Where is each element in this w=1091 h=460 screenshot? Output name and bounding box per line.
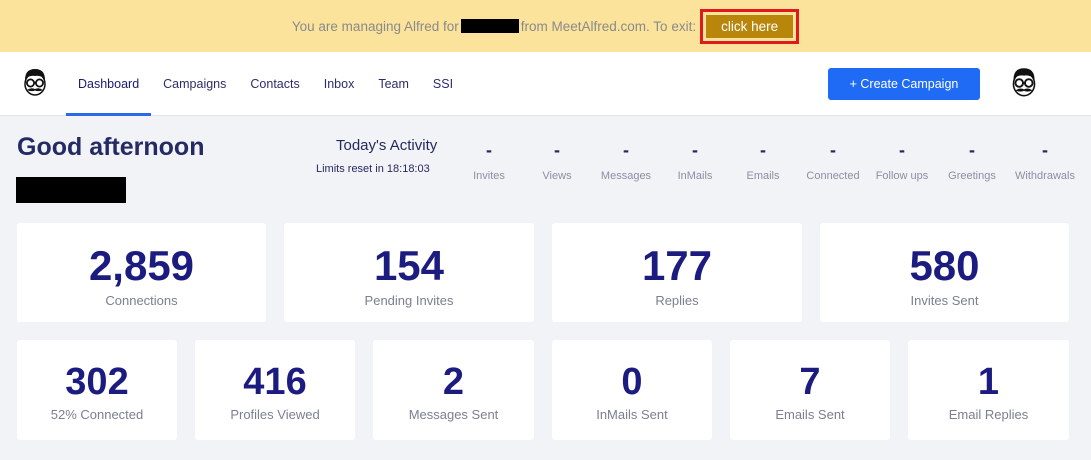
redacted-account-name bbox=[460, 19, 519, 33]
metric-value: 2 bbox=[442, 361, 465, 403]
metric-value: 154 bbox=[373, 242, 445, 289]
metric-value: 2,859 bbox=[88, 242, 195, 289]
activity-stat-value: - bbox=[623, 140, 629, 160]
activity-stat-value: - bbox=[554, 140, 560, 160]
activity-stat-value: - bbox=[760, 140, 766, 160]
activity-stat-messages: - Messages bbox=[594, 140, 658, 182]
activity-stat-invites: - Invites bbox=[466, 140, 512, 182]
nav-team[interactable]: Team bbox=[366, 52, 421, 116]
todays-activity-title: Today's Activity bbox=[336, 137, 438, 154]
activity-stat-label: Follow ups bbox=[875, 170, 929, 182]
metric-value: 1 bbox=[977, 361, 1000, 403]
activity-stat-value: - bbox=[692, 140, 698, 160]
metric-label: Email Replies bbox=[948, 407, 1029, 422]
metric-value: 177 bbox=[641, 242, 713, 289]
activity-stat-label: InMails bbox=[677, 170, 713, 182]
metric-label: Emails Sent bbox=[775, 407, 845, 422]
metric-card-connections[interactable]: 2,859 Connections bbox=[17, 223, 266, 322]
activity-stat-withdrawals: - Withdrawals bbox=[1007, 140, 1083, 182]
nav-dashboard[interactable]: Dashboard bbox=[66, 52, 152, 116]
metric-card-profiles-viewed[interactable]: 416 Profiles Viewed bbox=[195, 340, 355, 440]
metric-card-connected[interactable]: 302 52% Connected bbox=[17, 340, 177, 440]
metric-label: Profiles Viewed bbox=[230, 407, 320, 422]
metric-label: InMails Sent bbox=[596, 407, 668, 422]
activity-stat-value: - bbox=[830, 140, 836, 160]
nav-inbox[interactable]: Inbox bbox=[312, 52, 367, 116]
activity-stat-label: Connected bbox=[806, 170, 860, 182]
limits-reset-text: Limits reset in 18:18:03 bbox=[316, 163, 430, 175]
metric-label: Messages Sent bbox=[408, 407, 499, 422]
metric-value: 0 bbox=[621, 361, 643, 403]
impersonation-banner: You are managing Alfred for from MeetAlf… bbox=[0, 0, 1091, 52]
metric-value: 302 bbox=[65, 361, 129, 403]
activity-stat-views: - Views bbox=[536, 140, 578, 182]
metric-label: 52% Connected bbox=[50, 407, 144, 422]
activity-stat-value: - bbox=[1042, 140, 1048, 160]
metric-card-messages-sent[interactable]: 2 Messages Sent bbox=[373, 340, 534, 440]
activity-stat-greetings: - Greetings bbox=[940, 140, 1004, 182]
activity-stat-value: - bbox=[969, 140, 975, 160]
activity-stat-label: Views bbox=[542, 170, 572, 182]
greeting-heading: Good afternoon bbox=[17, 133, 205, 161]
metric-card-invites-sent[interactable]: 580 Invites Sent bbox=[820, 223, 1069, 322]
activity-stat-label: Emails bbox=[746, 170, 780, 182]
logo-avatar-icon[interactable] bbox=[17, 65, 53, 101]
metric-card-replies[interactable]: 177 Replies bbox=[552, 223, 802, 322]
nav-campaigns[interactable]: Campaigns bbox=[151, 52, 238, 116]
metric-card-pending-invites[interactable]: 154 Pending Invites bbox=[284, 223, 534, 322]
metric-value: 580 bbox=[909, 242, 980, 289]
profile-avatar-icon[interactable] bbox=[1005, 64, 1043, 102]
exit-button-highlight: click here bbox=[700, 8, 800, 44]
top-navigation: Dashboard Campaigns Contacts Inbox Team … bbox=[0, 52, 1091, 116]
activity-stat-label: Greetings bbox=[948, 170, 996, 182]
metric-label: Replies bbox=[655, 293, 699, 308]
redacted-user-name bbox=[16, 177, 126, 203]
activity-stat-label: Invites bbox=[473, 170, 505, 182]
activity-stat-value: - bbox=[899, 140, 905, 160]
nav-ssi[interactable]: SSI bbox=[421, 52, 465, 116]
activity-stat-connected: - Connected bbox=[800, 140, 866, 182]
banner-text-after: from MeetAlfred.com. To exit: bbox=[520, 18, 697, 34]
metric-card-emails-sent[interactable]: 7 Emails Sent bbox=[730, 340, 890, 440]
banner-text-before: You are managing Alfred for bbox=[291, 18, 459, 34]
exit-impersonation-button[interactable]: click here bbox=[706, 14, 794, 38]
metric-label: Pending Invites bbox=[364, 293, 454, 308]
metric-value: 416 bbox=[243, 361, 307, 403]
metric-label: Invites Sent bbox=[910, 293, 979, 308]
metric-card-email-replies[interactable]: 1 Email Replies bbox=[908, 340, 1069, 440]
activity-stat-emails: - Emails bbox=[741, 140, 785, 182]
metric-card-inmails-sent[interactable]: 0 InMails Sent bbox=[552, 340, 712, 440]
metric-value: 7 bbox=[799, 361, 821, 403]
nav-menu: Dashboard Campaigns Contacts Inbox Team … bbox=[66, 52, 465, 116]
activity-stat-label: Messages bbox=[600, 170, 652, 182]
create-campaign-button[interactable]: + Create Campaign bbox=[828, 68, 980, 100]
metric-label: Connections bbox=[105, 293, 178, 308]
activity-stat-label: Withdrawals bbox=[1015, 170, 1075, 182]
activity-stat-value: - bbox=[486, 140, 492, 160]
nav-contacts[interactable]: Contacts bbox=[238, 52, 311, 116]
activity-stat-follow-ups: - Follow ups bbox=[869, 140, 935, 182]
activity-stat-inmails: - InMails bbox=[671, 140, 719, 182]
